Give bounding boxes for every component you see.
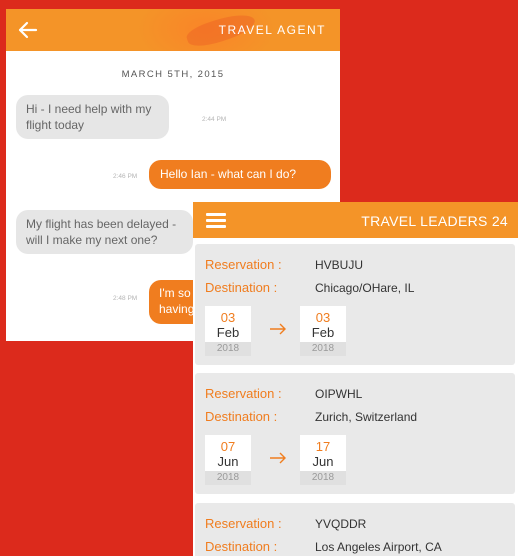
date-day: 03: [315, 310, 331, 325]
reservations-title: TRAVEL LEADERS 24: [361, 213, 508, 229]
date-day: 03: [220, 310, 236, 325]
reservation-card[interactable]: Reservation : OIPWHL Destination : Zuric…: [195, 373, 515, 494]
reservations-header: TRAVEL LEADERS 24: [193, 202, 518, 238]
reservation-label: Reservation :: [205, 257, 282, 272]
reservation-code: HVBUJU: [315, 258, 364, 272]
date-year: 2018: [205, 342, 251, 356]
date-day: 07: [220, 439, 236, 454]
departure-date: 03 Feb 2018: [205, 306, 251, 356]
back-arrow-icon[interactable]: [16, 19, 40, 41]
destination-value: Zurich, Switzerland: [315, 410, 418, 424]
hamburger-menu-icon[interactable]: [206, 213, 226, 228]
date-month: Feb: [216, 325, 240, 340]
date-month: Jun: [217, 454, 239, 469]
reservation-card[interactable]: Reservation : HVBUJU Destination : Chica…: [195, 244, 515, 365]
message-time: 2:48 PM: [113, 295, 138, 302]
date-month: Jun: [312, 454, 334, 469]
message-bubble-outgoing: Hello Ian - what can I do?: [149, 160, 331, 189]
date-day: 17: [315, 439, 331, 454]
return-date: 17 Jun 2018: [300, 435, 346, 485]
date-month: Feb: [311, 325, 335, 340]
reservation-code: YVQDDR: [315, 517, 367, 531]
return-date: 03 Feb 2018: [300, 306, 346, 356]
message-time: 2:44 PM: [202, 116, 227, 123]
right-arrow-icon: [270, 323, 286, 335]
date-year: 2018: [205, 471, 251, 485]
message-time: 2:46 PM: [113, 173, 138, 180]
reservations-screen: TRAVEL LEADERS 24 Reservation : HVBUJU D…: [193, 202, 518, 556]
message-bubble-incoming: Hi - I need help with my flight today: [16, 95, 169, 139]
reservation-code: OIPWHL: [315, 387, 363, 401]
message-bubble-incoming: My flight has been delayed - will I make…: [16, 210, 193, 254]
reservation-label: Reservation :: [205, 386, 282, 401]
chat-date: MARCH 5TH, 2015: [121, 69, 225, 80]
departure-date: 07 Jun 2018: [205, 435, 251, 485]
destination-value: Los Angeles Airport, CA: [315, 540, 442, 554]
reservation-card[interactable]: Reservation : YVQDDR Destination : Los A…: [195, 503, 515, 556]
destination-label: Destination :: [205, 409, 278, 424]
chat-title: TRAVEL AGENT: [218, 23, 326, 37]
destination-label: Destination :: [205, 539, 278, 554]
destination-value: Chicago/OHare, IL: [315, 281, 415, 295]
right-arrow-icon: [270, 452, 286, 464]
date-year: 2018: [300, 471, 346, 485]
reservation-label: Reservation :: [205, 516, 282, 531]
date-year: 2018: [300, 342, 346, 356]
chat-header: TRAVEL AGENT: [6, 9, 340, 51]
destination-label: Destination :: [205, 280, 278, 295]
